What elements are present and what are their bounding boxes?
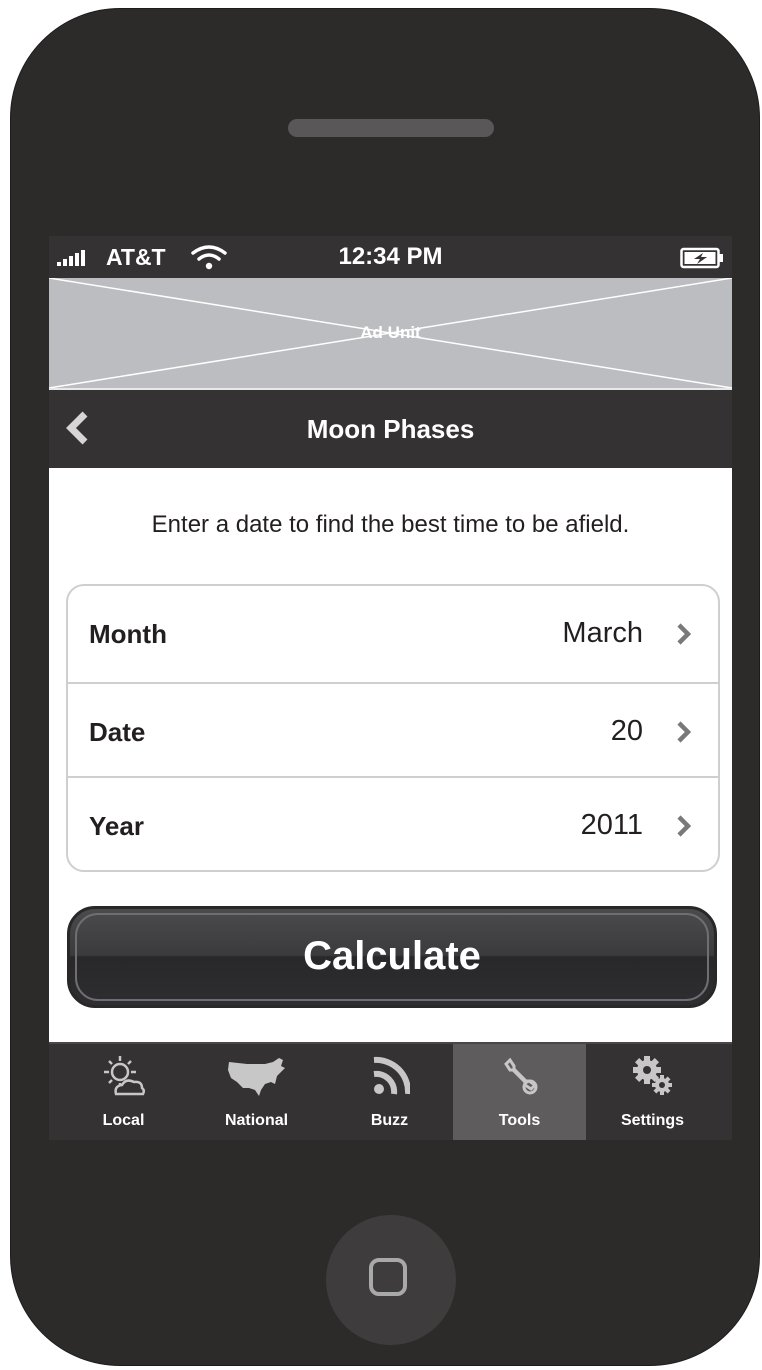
navigation-bar: Moon Phases <box>49 388 732 468</box>
tab-bar: Local National Buzz Tools Settings <box>49 1042 732 1140</box>
chevron-right-icon <box>677 623 691 645</box>
tab-local-label: Local <box>102 1112 145 1129</box>
tab-buzz[interactable]: Buzz <box>323 1044 456 1140</box>
date-value: 20 <box>610 715 643 747</box>
date-row[interactable]: Date 20 <box>68 682 718 778</box>
date-label: Date <box>89 717 146 747</box>
tab-local[interactable]: Local <box>57 1044 190 1140</box>
ad-unit-placeholder[interactable]: Ad Unit <box>49 278 732 388</box>
year-value: 2011 <box>580 809 643 841</box>
tab-national-label: National <box>224 1112 289 1129</box>
home-button-square-icon <box>369 1258 407 1296</box>
page-title: Moon Phases <box>306 414 475 444</box>
wrench-icon <box>503 1057 537 1095</box>
gears-icon <box>632 1056 672 1095</box>
tab-tools[interactable]: Tools <box>453 1044 586 1140</box>
calculate-button[interactable]: Calculate <box>67 906 717 1008</box>
battery-charging-icon <box>680 247 723 269</box>
date-fields-group: Month March Date 20 Year 2011 <box>66 584 720 872</box>
usa-map-icon <box>227 1058 285 1096</box>
ad-unit-label: Ad Unit <box>360 323 421 342</box>
month-label: Month <box>89 619 167 649</box>
rss-icon <box>373 1056 410 1095</box>
tab-settings-label: Settings <box>620 1112 685 1129</box>
phone-speaker <box>288 119 494 137</box>
status-time: 12:34 PM <box>338 243 443 270</box>
sun-cloud-icon <box>103 1056 145 1096</box>
instruction-text: Enter a date to find the best time to be… <box>151 511 630 538</box>
calculate-button-label: Calculate <box>303 934 481 978</box>
year-row[interactable]: Year 2011 <box>68 776 718 872</box>
month-row[interactable]: Month March <box>68 586 718 680</box>
chevron-right-icon <box>677 721 691 743</box>
year-label: Year <box>89 811 144 841</box>
tab-tools-label: Tools <box>498 1112 541 1129</box>
chevron-right-icon <box>677 815 691 837</box>
status-bar: AT&T 12:34 PM <box>49 236 732 278</box>
tab-buzz-label: Buzz <box>370 1112 409 1129</box>
tab-national[interactable]: National <box>190 1044 323 1140</box>
tab-settings[interactable]: Settings <box>586 1044 719 1140</box>
app-screen: AT&T 12:34 PM Ad Unit Moon Phases Enter … <box>49 236 732 1140</box>
month-value: March <box>562 617 643 649</box>
